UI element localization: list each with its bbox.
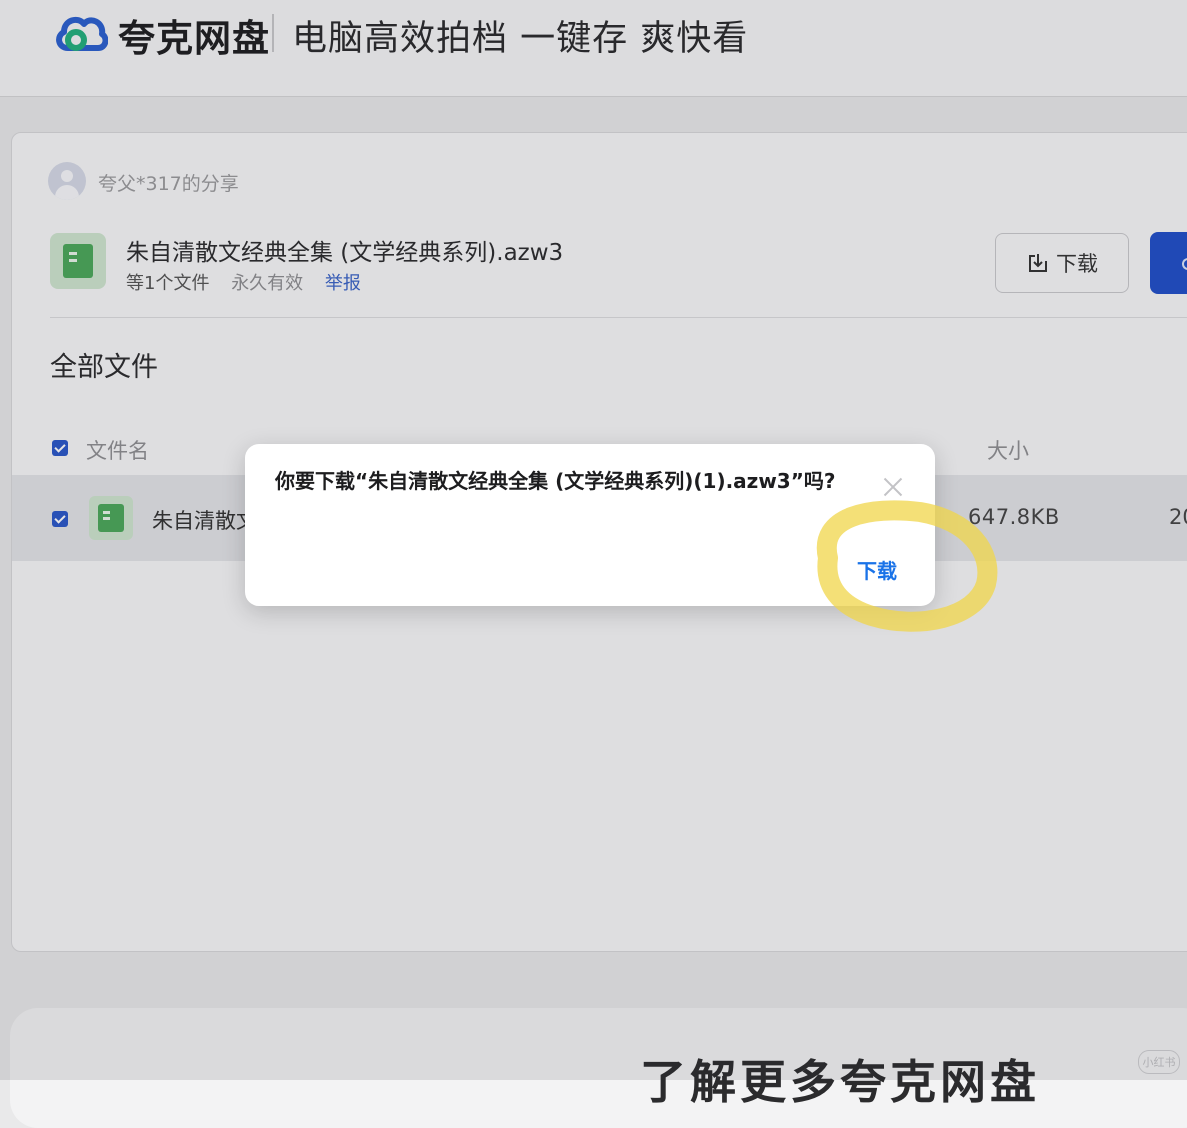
dialog-message: 你要下载“朱自清散文经典全集 (文学经典系列)(1).azw3”吗? xyxy=(275,469,836,493)
dialog-download-button[interactable]: 下载 xyxy=(857,555,897,584)
download-confirm-dialog: 你要下载“朱自清散文经典全集 (文学经典系列)(1).azw3”吗? 下载 xyxy=(245,444,935,606)
close-icon[interactable] xyxy=(881,475,905,499)
